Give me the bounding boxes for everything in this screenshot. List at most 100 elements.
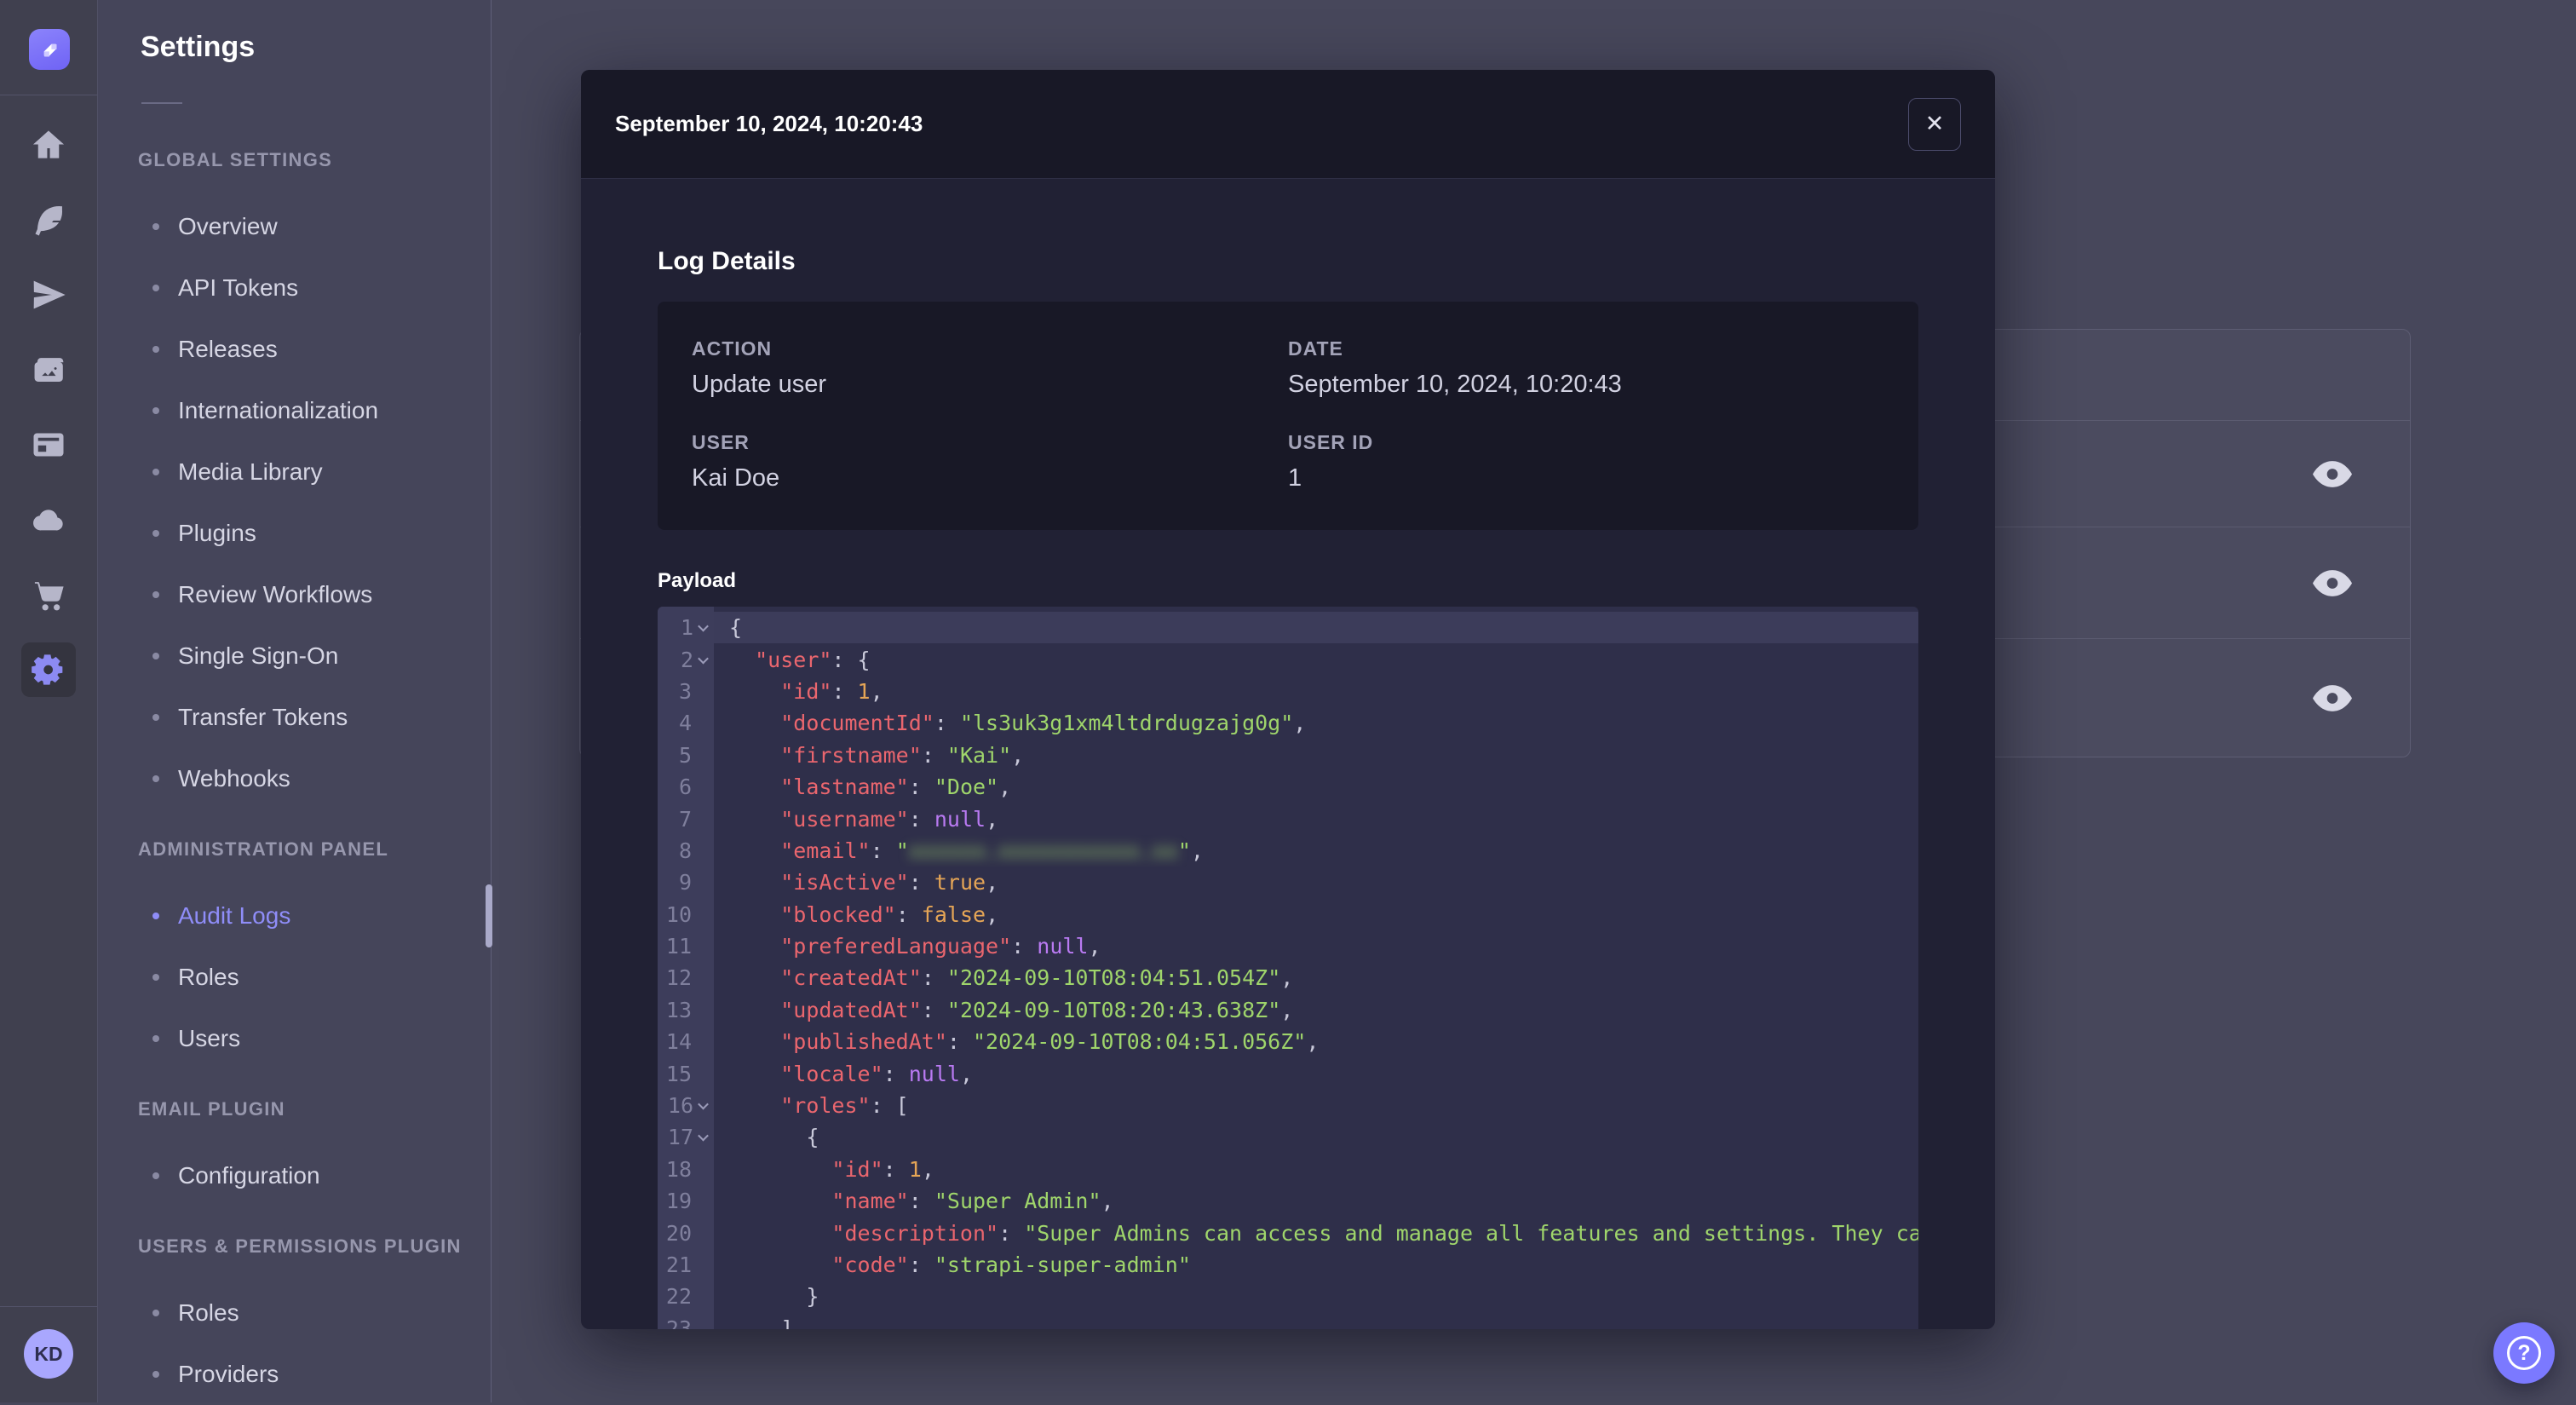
line-number-gutter: 6 [658,771,714,803]
detail-field: ACTIONUpdate user [692,337,1288,399]
line-number-gutter: 21 [658,1249,714,1281]
rail-item-cart[interactable] [0,557,97,632]
code-content: "email": "xxxxxx.xxxxxxxxxxx.xx", [714,835,1918,867]
icon-rail: KD [0,0,98,1402]
sidebar-item-configuration[interactable]: Configuration [98,1145,491,1206]
line-number-gutter: 4 [658,707,714,739]
sidebar-item-users[interactable]: Users [98,1008,491,1069]
redacted-email-value: xxxxxx.xxxxxxxxxxx.xx [909,838,1178,863]
nav-section-header: USERS & PERMISSIONS PLUGIN [98,1229,491,1264]
media-library-icon [31,352,66,388]
line-number: 19 [666,1189,692,1213]
detail-label: DATE [1288,337,1884,360]
sidebar-item-label: Internationalization [178,397,378,424]
nav-section: USERS & PERMISSIONS PLUGIN RolesProviders [98,1229,491,1405]
sidebar-item-transfer-tokens[interactable]: Transfer Tokens [98,687,491,748]
strapi-logo[interactable] [29,29,70,70]
code-token: "createdAt" [780,965,922,990]
sidebar-item-plugins[interactable]: Plugins [98,503,491,564]
help-button[interactable]: ? [2493,1322,2555,1384]
sidebar-item-providers[interactable]: Providers [98,1344,491,1405]
bullet-icon [152,530,159,537]
sidebar-item-releases[interactable]: Releases [98,319,491,380]
view-log-button[interactable] [2308,564,2357,602]
fold-chevron-icon[interactable] [698,621,709,632]
rail-item-media-library[interactable] [0,332,97,407]
sidebar-item-media-library[interactable]: Media Library [98,441,491,503]
sidebar-item-api-tokens[interactable]: API Tokens [98,257,491,319]
code-token: "publishedAt" [780,1029,947,1054]
line-number: 9 [679,870,692,895]
sidebar-item-internationalization[interactable]: Internationalization [98,380,491,441]
payload-code-block[interactable]: 1{2 "user": {3 "id": 1,4 "documentId": "… [658,607,1918,1329]
nav-section: EMAIL PLUGINConfiguration [98,1092,491,1206]
line-number-gutter: 14 [658,1026,714,1057]
nav-section: ADMINISTRATION PANELAudit LogsRolesUsers [98,832,491,1069]
code-token: 1 [909,1157,922,1182]
code-line: 17 { [658,1121,1918,1153]
sidebar-item-roles[interactable]: Roles [98,1282,491,1344]
code-content: "description": "Super Admins can access … [714,1217,1918,1248]
close-button[interactable]: ✕ [1908,98,1961,151]
sidebar-item-label: Configuration [178,1162,320,1189]
close-icon: ✕ [1925,112,1945,135]
code-token: true [934,870,986,895]
code-token: "firstname" [780,743,922,768]
code-line: 1{ [658,612,1918,643]
code-content: "id": 1, [714,1154,1918,1185]
strapi-logo-icon [35,35,64,64]
code-line: 2 "user": { [658,643,1918,675]
line-number: 11 [666,934,692,959]
sidebar-item-roles[interactable]: Roles [98,947,491,1008]
detail-value: 1 [1288,464,1884,492]
bullet-icon [152,346,159,353]
sidebar-item-review-workflows[interactable]: Review Workflows [98,564,491,625]
rail-item-layout[interactable] [0,407,97,482]
code-content: "lastname": "Doe", [714,771,1918,803]
nav-scrollbar-thumb[interactable] [486,884,492,947]
modal-header: September 10, 2024, 10:20:43 ✕ [581,70,1995,179]
code-token: ] [780,1316,793,1329]
code-content: "id": 1, [714,676,1918,707]
code-content: { [714,1121,1918,1153]
line-number: 7 [679,807,692,832]
sidebar-item-overview[interactable]: Overview [98,196,491,257]
code-content: "createdAt": "2024-09-10T08:04:51.054Z", [714,962,1918,993]
code-token: : { [831,648,870,672]
bullet-icon [152,1035,159,1042]
view-log-button[interactable] [2308,680,2357,717]
code-content: "documentId": "ls3uk3g1xm4ltdrdugzajg0g"… [714,707,1918,739]
code-token: , [986,870,998,895]
avatar[interactable]: KD [24,1329,73,1379]
eye-icon [2313,685,2352,711]
rail-item-cloud[interactable] [0,482,97,557]
code-token: : [909,774,934,799]
rail-item-feather[interactable] [0,182,97,257]
rail-item-home[interactable] [0,107,97,182]
rail-item-paper-plane[interactable] [0,257,97,332]
line-number: 18 [666,1157,692,1182]
eye-icon [2313,461,2352,487]
rail-item-settings-gear[interactable] [0,632,97,707]
detail-label: USER [692,431,1288,454]
bullet-icon [152,1172,159,1179]
sidebar-item-label: Media Library [178,458,323,486]
code-token: : [896,902,922,927]
code-line: 13 "updatedAt": "2024-09-10T08:20:43.638… [658,994,1918,1026]
code-token: "documentId" [780,711,934,735]
detail-field: USERKai Doe [692,431,1288,492]
code-line: 19 "name": "Super Admin", [658,1185,1918,1217]
code-token: " [896,838,909,863]
nav-item-list: Configuration [98,1145,491,1206]
sidebar-item-webhooks[interactable]: Webhooks [98,748,491,809]
line-number: 10 [666,902,692,927]
sidebar-item-audit-logs[interactable]: Audit Logs [98,885,491,947]
fold-chevron-icon[interactable] [698,1131,709,1142]
bullet-icon [152,974,159,981]
line-number-gutter: 5 [658,740,714,771]
sidebar-item-single-sign-on[interactable]: Single Sign-On [98,625,491,687]
fold-chevron-icon[interactable] [698,653,709,664]
fold-chevron-icon[interactable] [698,1099,709,1110]
view-log-button[interactable] [2308,455,2357,492]
bullet-icon [152,714,159,721]
